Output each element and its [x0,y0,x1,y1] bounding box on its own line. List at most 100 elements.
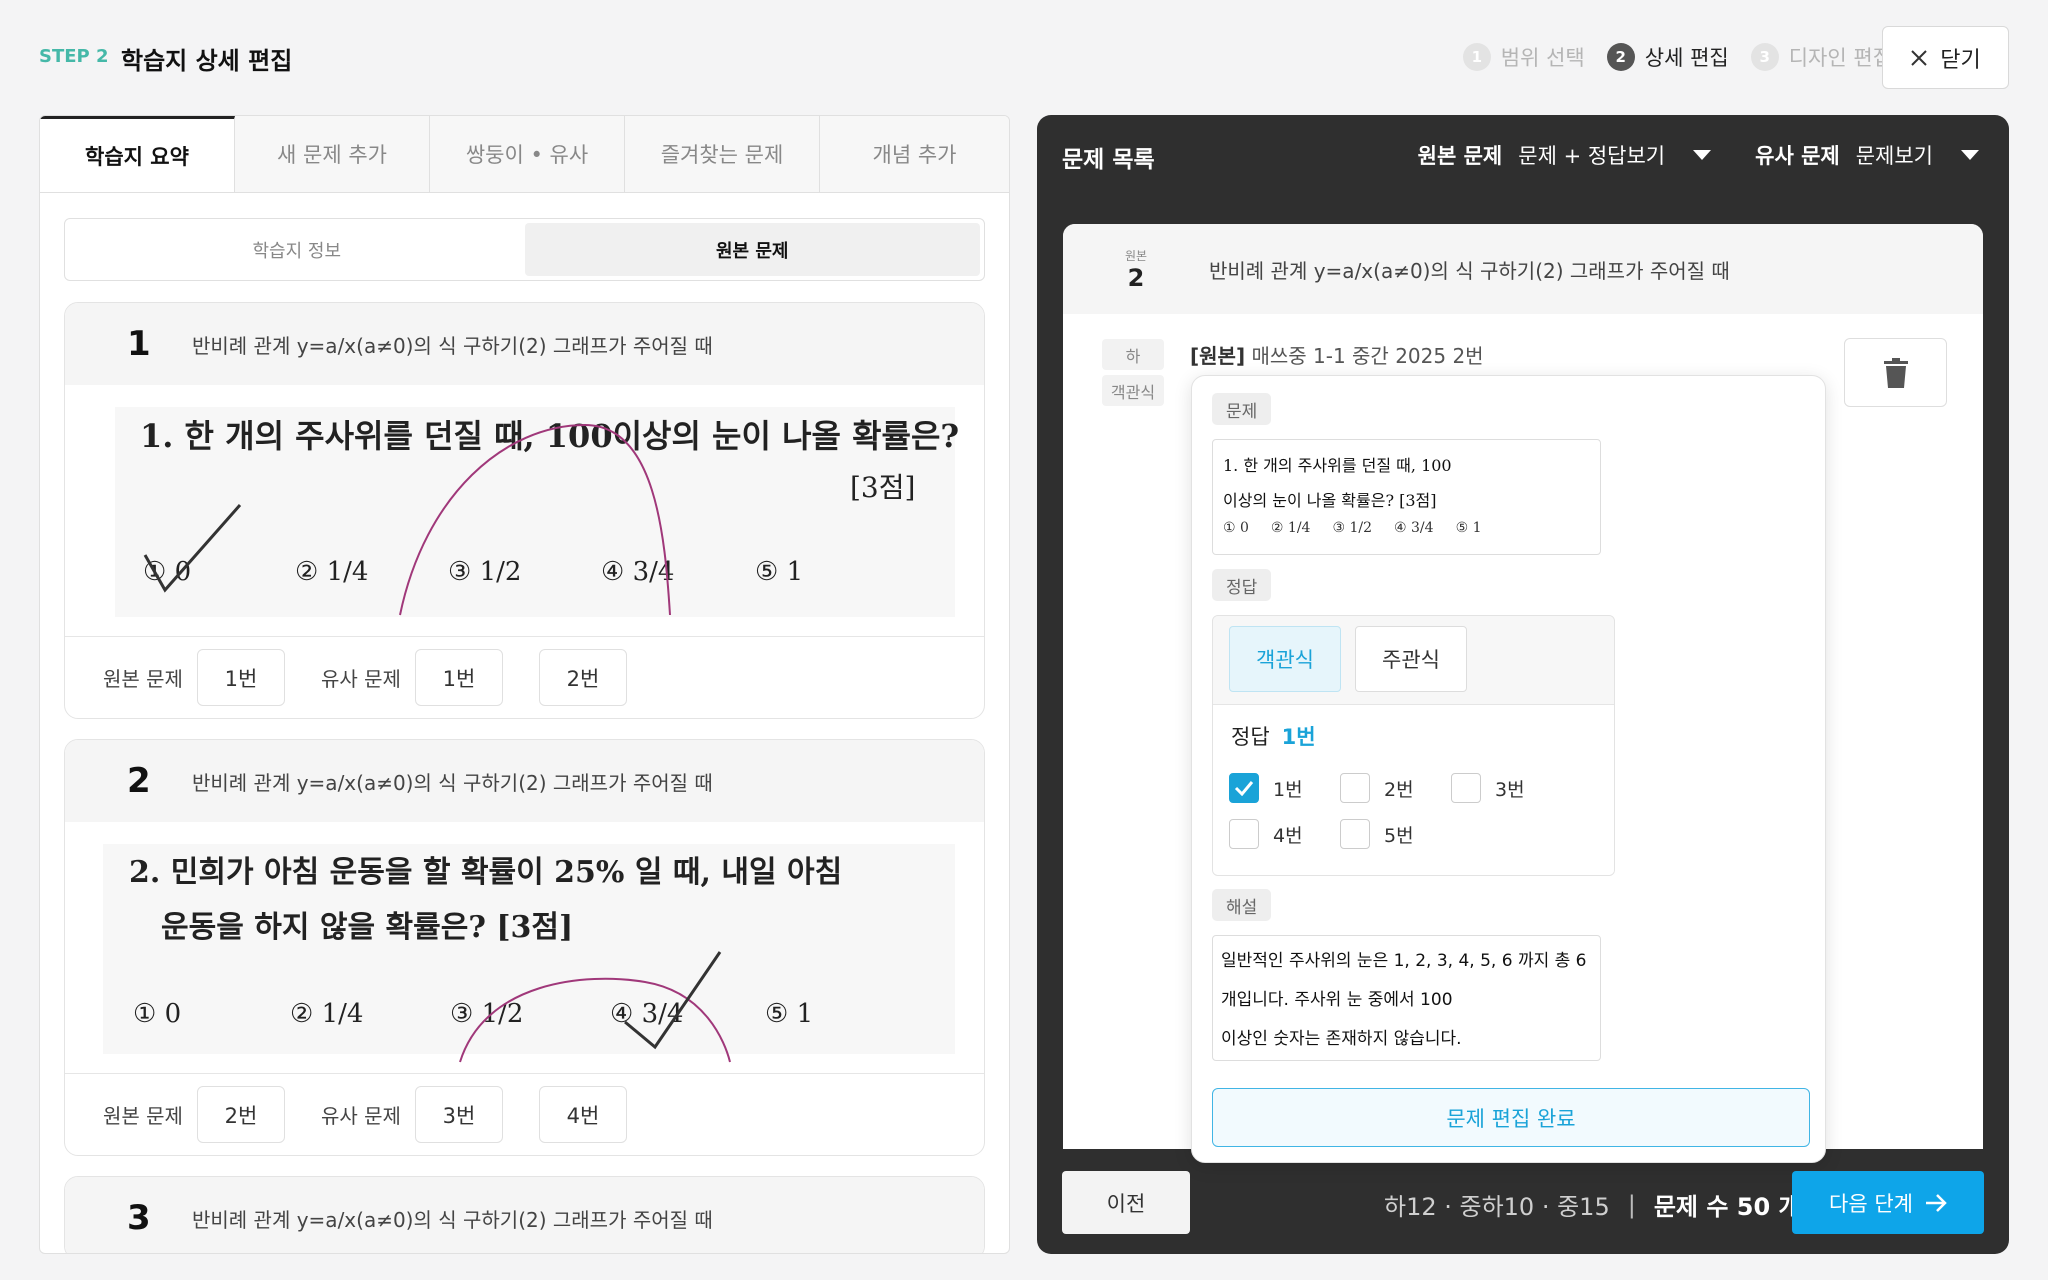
segment-worksheet-info[interactable]: 학습지 정보 [69,223,525,276]
problem-stats: 하12 · 중하10 · 중15 | 문제 수 50 개 [1384,1187,1801,1222]
similar-problem-button[interactable]: 3번 [414,1086,503,1143]
card-number: 3 [127,1198,151,1238]
step-1-number: 1 [1462,43,1491,71]
panel-title: 문제 목록 [1062,147,1155,173]
choice-checkbox-5[interactable]: 5번 [1340,819,1414,849]
page-title: 학습지 상세 편집 [121,47,293,75]
next-step-button[interactable]: 다음 단계 [1792,1171,1984,1234]
card-header: 1 반비례 관계 y=a/x(a≠0)의 식 구하기(2) 그래프가 주어질 때 [65,303,984,385]
tab-new-problem[interactable]: 새 문제 추가 [235,116,430,192]
arrow-right-icon [1925,1193,1947,1212]
original-label: 원본 문제 [103,667,183,691]
view-controls: 원본 문제 문제 + 정답보기 유사 문제 문제보기 [1418,140,1979,170]
original-problem-button[interactable]: 1번 [196,649,285,706]
question-line-2: 이상의 눈이 나올 확률은? [3점] [1223,491,1437,510]
step-1-label: 범위 선택 [1500,46,1585,70]
problem-item-title: 반비례 관계 y=a/x(a≠0)의 식 구하기(2) 그래프가 주어질 때 [1209,258,1730,283]
scan-option-4: ④ 3/4 [601,557,674,587]
original-view-label: 원본 문제 [1417,144,1503,168]
problem-card[interactable]: 2 반비례 관계 y=a/x(a≠0)의 식 구하기(2) 그래프가 주어질 때… [64,739,985,1156]
scan-option-2: ② 1/4 [295,557,368,587]
explanation-line-1: 일반적인 주사위의 눈은 1, 2, 3, 4, 5, 6 까지 총 6 [1221,951,1587,971]
question-option-5: ⑤ 1 [1455,520,1482,536]
choice-checkbox-4[interactable]: 4번 [1229,819,1303,849]
question-option-4: ④ 3/4 [1394,520,1434,536]
close-button[interactable]: 닫기 [1882,26,2009,89]
previous-button[interactable]: 이전 [1062,1171,1190,1234]
step-2-label: 상세 편집 [1644,46,1729,70]
segment-original-problems[interactable]: 원본 문제 [524,223,980,276]
problem-scan: 1. 한 개의 주사위를 던질 때, 100이상의 눈이 나올 확률은? [3점… [115,407,959,617]
choice-label: 2번 [1384,778,1414,801]
question-editor[interactable]: 1. 한 개의 주사위를 던질 때, 100 이상의 눈이 나올 확률은? [3… [1212,439,1601,555]
finish-edit-button[interactable]: 문제 편집 완료 [1212,1088,1810,1147]
similar-problem-button[interactable]: 1번 [414,649,503,706]
choice-label: 5번 [1384,824,1414,847]
checkbox[interactable] [1451,773,1481,803]
card-footer: 원본 문제 2번 유사 문제 3번 4번 [65,1074,984,1155]
step-1[interactable]: 1 범위 선택 [1462,42,1585,72]
card-header: 2 반비례 관계 y=a/x(a≠0)의 식 구하기(2) 그래프가 주어질 때 [65,740,984,822]
card-title: 반비례 관계 y=a/x(a≠0)의 식 구하기(2) 그래프가 주어질 때 [192,770,713,795]
scan-option-3: ③ 1/2 [448,557,521,587]
explanation-line-3: 이상인 숫자는 존재하지 않습니다. [1221,1029,1462,1049]
similar-view-select[interactable]: 문제보기 [1856,140,1933,170]
chevron-down-icon[interactable] [1961,150,1979,160]
chevron-down-icon[interactable] [1693,150,1712,160]
problem-source: [원본] 매쓰중 1-1 중간 2025 2번 [1190,340,1484,369]
checkbox[interactable] [1340,819,1370,849]
subjective-type-button[interactable]: 주관식 [1355,626,1467,692]
scan-option-2: ② 1/4 [290,999,363,1029]
tab-add-concept[interactable]: 개념 추가 [820,116,1009,192]
similar-problem-button[interactable]: 2번 [538,649,627,706]
trash-icon [1883,357,1908,388]
choice-checkbox-1[interactable]: 1번 [1229,773,1303,803]
scan-question-text: 1. 한 개의 주사위를 던질 때, 100이상의 눈이 나올 확률은? [140,417,959,455]
tab-twin-similar[interactable]: 쌍둥이 • 유사 [430,116,625,192]
explanation-editor[interactable]: 일반적인 주사위의 눈은 1, 2, 3, 4, 5, 6 까지 총 6 개입니… [1212,935,1601,1061]
step-3-number: 3 [1750,43,1779,71]
tab-summary[interactable]: 학습지 요약 [40,116,235,192]
delete-button[interactable] [1844,338,1947,407]
original-view-select[interactable]: 문제 + 정답보기 [1518,140,1665,170]
scan-points: [3점] [850,471,915,504]
type-chip: 객관식 [1102,375,1164,406]
step-3[interactable]: 3 디자인 편집 [1750,42,1892,72]
checkbox[interactable] [1340,773,1370,803]
problem-card[interactable]: 3 반비례 관계 y=a/x(a≠0)의 식 구하기(2) 그래프가 주어질 때 [64,1176,985,1253]
problem-card[interactable]: 1 반비례 관계 y=a/x(a≠0)의 식 구하기(2) 그래프가 주어질 때… [64,302,985,719]
check-icon [1234,781,1254,796]
header: STEP 2 학습지 상세 편집 1 범위 선택 2 상세 편집 3 디자인 편… [0,0,2048,116]
answer-title-text: 정답 [1231,725,1270,749]
original-label: 원본 문제 [103,1104,183,1128]
similar-problem-button[interactable]: 4번 [538,1086,627,1143]
stepper: 1 범위 선택 2 상세 편집 3 디자인 편집 [1462,42,1892,72]
question-option-2: ② 1/4 [1270,520,1311,536]
explanation-section-label: 해설 [1212,889,1272,921]
choice-label: 3번 [1495,778,1525,801]
original-problem-button[interactable]: 2번 [196,1086,285,1143]
choice-checkbox-2[interactable]: 2번 [1340,773,1414,803]
card-footer: 원본 문제 1번 유사 문제 1번 2번 [65,637,984,718]
scan-question-text: 2. 민희가 아침 운동을 할 확률이 25% 일 때, 내일 아침 [129,855,842,890]
left-panel: 학습지 요약 새 문제 추가 쌍둥이 • 유사 즐겨찾는 문제 개념 추가 학습… [39,115,1010,1254]
problem-scan-image: 1. 한 개의 주사위를 던질 때, 100이상의 눈이 나올 확률은? [3점… [65,385,984,637]
checkbox[interactable] [1229,819,1259,849]
step-2[interactable]: 2 상세 편집 [1606,42,1729,72]
answer-value: 1번 [1281,725,1316,749]
choice-label: 4번 [1273,824,1303,847]
source-prefix: [원본] [1190,344,1246,368]
problem-count: 문제 수 50 개 [1653,1193,1801,1221]
checkbox[interactable] [1229,773,1259,803]
objective-type-button[interactable]: 객관식 [1229,626,1341,692]
scan-question-text-2: 운동을 하지 않을 확률은? [3점] [161,910,573,945]
choice-checkbox-3[interactable]: 3번 [1451,773,1525,803]
question-option-3: ③ 1/2 [1332,520,1373,536]
choice-label: 1번 [1273,778,1303,801]
answer-editor: 객관식 주관식 정답 1번 1번 2번 3번 4번 5번 [1212,615,1615,876]
card-title: 반비례 관계 y=a/x(a≠0)의 식 구하기(2) 그래프가 주어질 때 [192,333,713,358]
tab-favorites[interactable]: 즐겨찾는 문제 [625,116,820,192]
left-tabs: 학습지 요약 새 문제 추가 쌍둥이 • 유사 즐겨찾는 문제 개념 추가 [40,116,1009,193]
answer-title: 정답 1번 [1231,721,1316,751]
original-tag: 원본 2 [1063,247,1209,292]
